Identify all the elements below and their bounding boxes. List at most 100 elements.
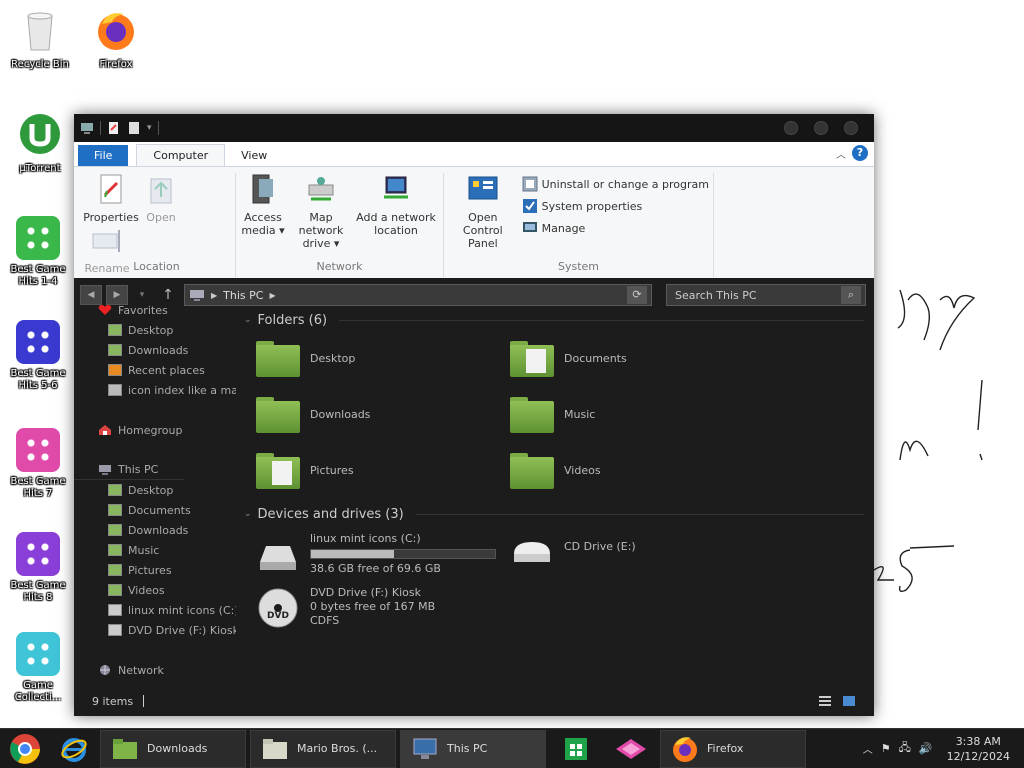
open-button[interactable]: Open: [140, 173, 182, 224]
nav-favorites[interactable]: Favorites: [74, 300, 236, 320]
drive-c[interactable]: linux mint icons (C:) 38.6 GB free of 69…: [256, 532, 510, 576]
action-center-flag-icon[interactable]: ⚑: [881, 742, 891, 755]
internet-explorer-button[interactable]: [50, 730, 98, 768]
open-label: Open: [146, 211, 176, 224]
minimize-button[interactable]: [784, 121, 798, 135]
nav-this-pc-item[interactable]: Pictures: [74, 560, 236, 580]
nav-this-pc[interactable]: This PC: [74, 460, 184, 480]
drive-e[interactable]: CD Drive (E:): [510, 532, 764, 576]
desktop-icon-game-collection[interactable]: Game Collecti...: [0, 632, 76, 704]
desktop-icon-best-game-hits-8[interactable]: Best Game Hits 8: [0, 532, 76, 604]
clock[interactable]: 3:38 AM 12/12/2024: [947, 734, 1010, 764]
nav-homegroup[interactable]: Homegroup: [74, 420, 236, 440]
nav-label: Desktop: [128, 483, 174, 497]
desktop-icon-best-game-hits-7[interactable]: Best Game Hits 7: [0, 428, 76, 500]
desktop-icon-recycle-bin[interactable]: Recycle Bin: [2, 8, 78, 71]
breadcrumb-arrow-icon[interactable]: ▶: [269, 291, 275, 300]
nav-this-pc-item[interactable]: linux mint icons (C:): [74, 600, 236, 620]
properties-icon[interactable]: [107, 121, 121, 135]
recent-locations-chevron-icon[interactable]: ▾: [132, 290, 152, 300]
folder-item[interactable]: Pictures: [256, 450, 510, 490]
drive-usage-fill: [311, 550, 394, 558]
add-network-location-button[interactable]: Add a network location: [356, 173, 436, 237]
folder-item[interactable]: Documents: [510, 338, 764, 378]
system-properties-button[interactable]: System properties: [522, 195, 709, 217]
folder-item[interactable]: Music: [510, 394, 764, 434]
nav-this-pc-item[interactable]: Videos: [74, 580, 236, 600]
nav-favorites-item[interactable]: Downloads: [74, 340, 236, 360]
access-media-button[interactable]: Access media ▾: [240, 173, 286, 237]
details-view-icon[interactable]: [818, 695, 832, 707]
desktop-icon-firefox[interactable]: Firefox: [78, 8, 154, 71]
collapse-ribbon-icon[interactable]: ︿: [836, 146, 846, 161]
taskbar-item-this-pc[interactable]: This PC: [400, 729, 546, 768]
close-button[interactable]: [844, 121, 858, 135]
dice-icon: [16, 216, 60, 260]
title-bar[interactable]: ▾: [74, 114, 874, 142]
map-network-drive-button[interactable]: Map network drive ▾: [286, 173, 356, 250]
tab-computer[interactable]: Computer: [136, 144, 226, 166]
manage-button[interactable]: Manage: [522, 217, 709, 239]
nav-this-pc-item[interactable]: DVD Drive (F:) Kiosk: [74, 620, 236, 640]
desktop-icon-best-game-hits-5-6[interactable]: Best Game Hits 5-6: [0, 320, 76, 392]
nav-label: Videos: [128, 583, 165, 597]
nav-network[interactable]: Network: [74, 660, 236, 680]
desktop-icon-label: Best Game Hits 8: [10, 580, 66, 603]
desktop-icon-label: Recycle Bin: [11, 59, 69, 70]
tab-view[interactable]: View: [225, 145, 283, 166]
nav-label: DVD Drive (F:) Kiosk: [128, 623, 236, 637]
nav-favorites-item[interactable]: Desktop: [74, 320, 236, 340]
taskbar: Downloads Mario Bros. (... This PC Firef…: [0, 728, 1024, 768]
app-button[interactable]: [604, 730, 658, 768]
svg-text:DVD: DVD: [267, 611, 289, 621]
nav-this-pc-item[interactable]: Downloads: [74, 520, 236, 540]
drive-name: linux mint icons (C:): [310, 532, 421, 545]
desktop-icon-best-game-hits-1-4[interactable]: Best Game Hits 1-4: [0, 216, 76, 288]
uninstall-program-button[interactable]: Uninstall or change a program: [522, 173, 709, 195]
clock-date: 12/12/2024: [946, 749, 1010, 763]
drive-f[interactable]: DVD DVD Drive (F:) Kiosk 0 bytes free of…: [256, 586, 510, 628]
desktop-icon-utorrent[interactable]: µTorrent: [2, 112, 78, 175]
desktop-icon-label: µTorrent: [19, 163, 61, 174]
folders-section-header[interactable]: ⌄ Folders (6): [236, 308, 864, 332]
drive-name: CD Drive (E:): [564, 540, 636, 553]
folder-icon: [108, 544, 122, 556]
system-tray: ︿ ⚑ 🖧 🔊 3:38 AM 12/12/2024: [863, 734, 1024, 764]
taskbar-item-mario-bros[interactable]: Mario Bros. (...: [250, 729, 396, 768]
folder-item[interactable]: Desktop: [256, 338, 510, 378]
volume-icon[interactable]: 🔊: [919, 742, 933, 755]
homegroup-icon: [99, 425, 111, 435]
add-network-location-icon: [384, 176, 408, 199]
taskbar-item-downloads[interactable]: Downloads: [100, 729, 246, 768]
drives-section-header[interactable]: ⌄ Devices and drives (3): [236, 502, 864, 526]
folder-item[interactable]: Downloads: [256, 394, 510, 434]
firefox-icon: [98, 13, 134, 50]
firefox-icon: [673, 736, 697, 762]
network-status-icon[interactable]: 🖧: [899, 739, 911, 758]
chevron-down-icon[interactable]: ▾: [147, 123, 152, 133]
network-icon: [100, 665, 110, 675]
help-icon[interactable]: ?: [852, 145, 868, 161]
large-icons-view-icon[interactable]: [842, 695, 856, 707]
folder-label: Music: [564, 407, 596, 421]
new-folder-icon[interactable]: [127, 121, 141, 135]
nav-favorites-item[interactable]: Recent places: [74, 360, 236, 380]
properties-label: Properties: [83, 211, 139, 224]
taskbar-item-firefox[interactable]: Firefox: [660, 729, 806, 768]
start-button[interactable]: [0, 730, 50, 768]
folder-label: Downloads: [310, 407, 371, 421]
nav-this-pc-item[interactable]: Music: [74, 540, 236, 560]
show-hidden-icons-chevron-icon[interactable]: ︿: [863, 741, 873, 756]
properties-icon: [100, 174, 122, 204]
tab-file[interactable]: File: [78, 145, 129, 166]
properties-button[interactable]: Properties: [82, 173, 140, 224]
maximize-button[interactable]: [814, 121, 828, 135]
nav-favorites-item[interactable]: icon index like a mac: [74, 380, 236, 400]
nav-this-pc-item[interactable]: Desktop: [74, 480, 236, 500]
folder-item[interactable]: Videos: [510, 450, 764, 490]
network-drive-icon: [308, 177, 334, 201]
nav-this-pc-item[interactable]: Documents: [74, 500, 236, 520]
store-button[interactable]: [548, 730, 604, 768]
control-panel-icon: [468, 176, 498, 200]
